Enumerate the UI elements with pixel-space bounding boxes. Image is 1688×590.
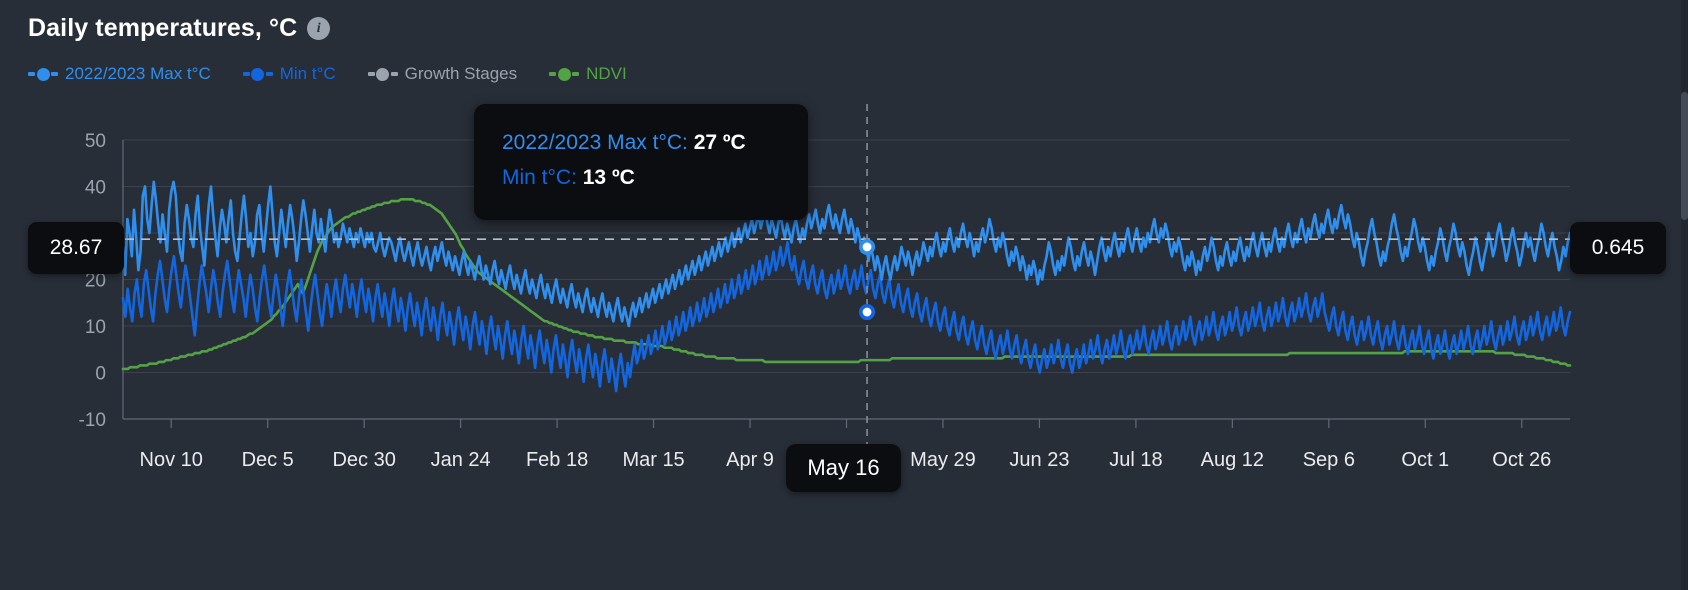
legend-marker-ndvi-icon: [549, 66, 580, 82]
chart-legend: 2022/2023 Max t°C Min t°C Growth Stages NDV…: [28, 64, 627, 84]
x-axis-tick-label: Dec 30: [332, 449, 395, 471]
x-axis-tick-label: Aug 12: [1201, 449, 1264, 471]
legend-label-min: Min t°C: [279, 64, 336, 83]
y-axis-tick-label: 40: [85, 178, 106, 199]
crosshair-marker-max: [862, 242, 872, 252]
x-axis-tick-label: Jun 23: [1009, 449, 1069, 471]
y-axis-tick-label: -10: [79, 410, 106, 431]
x-axis-tick-label: Apr 9: [726, 449, 774, 471]
scrollbar-thumb[interactable]: [1681, 92, 1688, 220]
legend-item-min[interactable]: Min t°C: [242, 64, 336, 84]
x-axis-tick-label: Nov 10: [140, 449, 203, 471]
title-row: Daily temperatures, °C i: [28, 14, 331, 43]
legend-marker-max-icon: [28, 66, 58, 82]
legend-label-max: 2022/2023 Max t°C: [65, 64, 211, 83]
x-axis-tick-label: Jul 18: [1109, 449, 1162, 471]
tooltip-row-value: 27 ºC: [693, 131, 746, 154]
x-axis-tick-label: Oct 26: [1492, 449, 1551, 471]
legend-item-max[interactable]: 2022/2023 Max t°C: [28, 64, 211, 84]
legend-item-ndvi[interactable]: NDVI: [549, 64, 627, 84]
info-icon[interactable]: i: [307, 17, 331, 40]
x-axis-tick-label: Oct 1: [1401, 449, 1449, 471]
tooltip-row-value: 13 ºC: [582, 165, 635, 189]
tooltip-row-key: Min t°C:: [502, 165, 577, 189]
right-value-badge: 0.645: [1570, 222, 1666, 274]
legend-marker-min-icon: [242, 66, 273, 82]
tooltip-row-key: 2022/2023 Max t°C:: [502, 131, 688, 154]
x-axis-tick-label: Dec 5: [242, 449, 294, 471]
tooltip-row: Min t°C: 13 ºC: [502, 161, 780, 196]
x-axis-tick-label: Mar 15: [622, 449, 684, 471]
hover-tooltip: 2022/2023 Max t°C: 27 ºC Min t°C: 13 ºC: [474, 104, 808, 220]
page-title: Daily temperatures, °C: [28, 14, 298, 42]
legend-marker-growth-icon: [367, 66, 398, 82]
legend-label-ndvi: NDVI: [586, 64, 627, 83]
x-axis-tick-label: Sep 6: [1303, 449, 1355, 471]
x-axis-tick-label: Feb 18: [526, 449, 588, 471]
crosshair-date-badge: May 16: [786, 444, 901, 492]
x-axis-tick-label: May 29: [910, 449, 976, 471]
left-value-badge: 28.67: [28, 222, 124, 274]
legend-item-growth[interactable]: Growth Stages: [367, 64, 518, 84]
scrollbar-track[interactable]: [1681, 0, 1688, 590]
tooltip-row: 2022/2023 Max t°C: 27 ºC: [502, 126, 780, 161]
daily-temperatures-widget: Daily temperatures, °C i 2022/2023 Max t…: [0, 0, 1688, 590]
min-temp-series-line: [121, 241, 1572, 393]
x-axis-tick-label: Jan 24: [431, 449, 491, 471]
legend-label-growth: Growth Stages: [404, 64, 518, 83]
y-axis-tick-label: 0: [95, 364, 106, 385]
widget-header: Daily temperatures, °C i: [28, 14, 331, 43]
y-axis-tick-label: 50: [85, 131, 106, 152]
crosshair-marker-min: [862, 307, 872, 317]
y-axis-tick-label: 10: [85, 317, 106, 338]
